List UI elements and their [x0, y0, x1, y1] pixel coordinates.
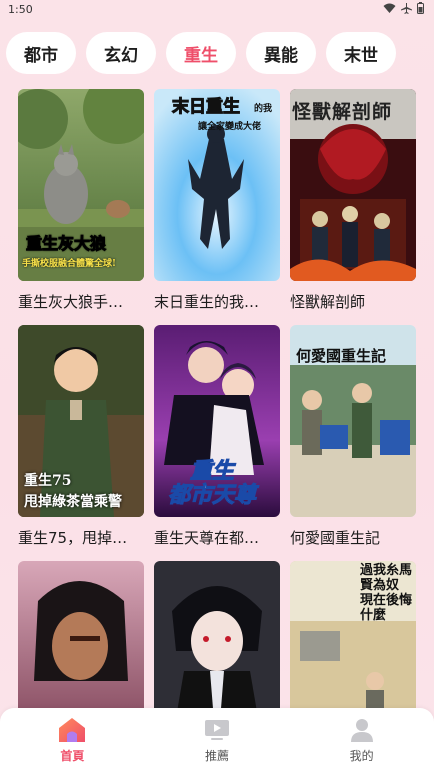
drama-cover[interactable]: 末日重生 的我 讓全家變成大佬 [154, 89, 280, 281]
tab-fantasy[interactable]: 玄幻 [86, 32, 156, 74]
drama-cover[interactable]: 重生 都市天尊 [154, 325, 280, 517]
nav-recommend-label: 推薦 [204, 748, 229, 763]
drama-card[interactable]: 怪獸解剖師 怪獸解剖師 [290, 89, 416, 325]
cover-subtitle-text-2: 讓全家變成大佬 [198, 122, 262, 132]
drama-title[interactable]: 重生天尊在都… [154, 527, 280, 549]
tab-superpower[interactable]: 異能 [246, 32, 316, 74]
cover-subtitle-text: 手撕校服融合體驚全球! [22, 259, 116, 269]
tv-icon [204, 719, 229, 740]
drama-card[interactable]: 末日重生 的我 讓全家變成大佬 末日重生的我… [154, 89, 280, 325]
cover-title-text: 怪獸解剖師 [292, 101, 393, 123]
battery-icon [417, 2, 424, 16]
drama-title[interactable]: 怪獸解剖師 [290, 291, 416, 313]
status-time: 1:50 [8, 2, 33, 16]
status-icons [383, 2, 424, 16]
drama-title[interactable]: 重生75，甩掉… [18, 527, 144, 549]
drama-card[interactable]: 何愛國重生記 何愛國重生記 [290, 325, 416, 561]
cover-title-text: 重生灰大狼 [25, 234, 107, 254]
cover-subtitle-text: 甩掉綠茶當乘警 [24, 494, 122, 510]
drama-cover[interactable]: 重生灰大狼 手撕校服融合體驚全球! [18, 89, 144, 281]
drama-grid: 重生灰大狼 手撕校服融合體驚全球! 重生灰大狼手… 末日重生 的我 讓全家變成大… [18, 89, 418, 772]
drama-title[interactable]: 重生灰大狼手… [18, 291, 144, 313]
drama-title[interactable]: 何愛國重生記 [290, 527, 416, 549]
nav-home-label: 首頁 [60, 748, 85, 763]
drama-cover[interactable]: 重生75 甩掉綠茶當乘警 [18, 325, 144, 517]
drama-title[interactable]: 末日重生的我… [154, 291, 280, 313]
wifi-icon [383, 3, 396, 16]
category-tabs: 都市 玄幻 重生 異能 末世 [0, 32, 434, 74]
drama-card[interactable]: 重生 都市天尊 重生天尊在都… [154, 325, 280, 561]
drama-card[interactable]: 重生75 甩掉綠茶當乘警 重生75，甩掉… [18, 325, 144, 561]
cover-subtitle-text: 都市天尊 [167, 482, 257, 509]
drama-cover[interactable]: 怪獸解剖師 [290, 89, 416, 281]
home-icon [59, 717, 86, 742]
cover-title-text: 過我糸馬賢為奴 現在後悔什麼 [360, 563, 413, 623]
nav-recommend[interactable]: 推薦 [167, 717, 267, 764]
nav-profile[interactable]: 我的 [312, 717, 412, 764]
person-icon [350, 718, 373, 742]
tab-apocalypse[interactable]: 末世 [326, 32, 396, 74]
tab-rebirth[interactable]: 重生 [166, 32, 236, 74]
cover-art [154, 89, 280, 281]
drama-card[interactable]: 重生灰大狼 手撕校服融合體驚全球! 重生灰大狼手… [18, 89, 144, 325]
cover-title-text: 何愛國重生記 [296, 347, 387, 365]
tab-urban[interactable]: 都市 [6, 32, 76, 74]
nav-profile-label: 我的 [349, 748, 374, 763]
airplane-icon [401, 2, 412, 16]
bottom-nav: 首頁 推薦 我的 [0, 708, 434, 772]
cover-title-text: 末日重生 [172, 97, 241, 118]
cover-title-text: 重生75 [24, 473, 72, 489]
cover-subtitle-text: 的我 [254, 104, 273, 114]
nav-home[interactable]: 首頁 [22, 717, 122, 764]
status-bar: 1:50 [0, 0, 434, 18]
drama-cover[interactable]: 何愛國重生記 [290, 325, 416, 517]
